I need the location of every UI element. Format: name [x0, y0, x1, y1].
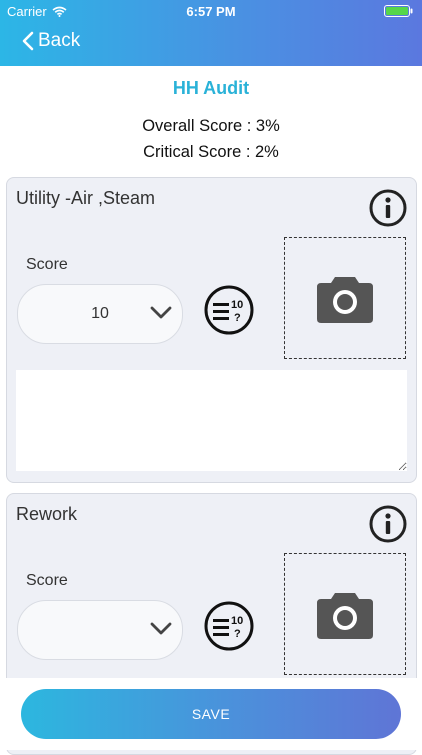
chevron-down-icon: [150, 306, 172, 319]
scale-top-text: 10: [231, 299, 243, 311]
comment-input[interactable]: [16, 370, 407, 471]
scale-top-text: 10: [231, 615, 243, 627]
score-label: Score: [26, 256, 68, 273]
photo-upload-button[interactable]: [284, 553, 406, 675]
score-label: Score: [26, 572, 68, 589]
status-time: 6:57 PM: [186, 4, 236, 19]
info-button[interactable]: [368, 504, 408, 549]
save-button[interactable]: SAVE: [21, 689, 401, 739]
battery-icon: [384, 5, 413, 17]
scale-bottom-text: ?: [234, 628, 241, 640]
page-title: HH Audit: [172, 78, 250, 98]
photo-upload-button[interactable]: [284, 237, 406, 359]
score-dropdown[interactable]: 10: [17, 284, 183, 344]
score-dropdown[interactable]: [17, 600, 183, 660]
info-button[interactable]: [368, 188, 408, 233]
audit-item-title: Rework: [16, 504, 78, 524]
overall-score: Overall Score : 3%: [142, 117, 280, 135]
chevron-down-icon: [150, 622, 172, 635]
audit-item-title: Utility -Air ,Steam: [16, 188, 156, 208]
back-label: Back: [38, 30, 81, 51]
score-scale-icon: 10 ?: [204, 601, 254, 651]
score-scale-button[interactable]: 10 ?: [203, 284, 255, 341]
info-icon: [369, 189, 407, 227]
app-header: Carrier 6:57 PM Back: [0, 0, 422, 66]
chevron-left-icon: [22, 31, 34, 51]
info-icon: [369, 505, 407, 543]
camera-icon: [317, 277, 373, 323]
audit-item-card: Utility -Air ,Steam Score 10 10 ?: [6, 177, 417, 483]
critical-score: Critical Score : 2%: [143, 143, 279, 161]
score-scale-button[interactable]: 10 ?: [203, 600, 255, 657]
status-bar: Carrier 6:57 PM: [0, 0, 422, 22]
camera-icon: [317, 593, 373, 639]
back-button[interactable]: Back: [22, 30, 80, 52]
score-scale-icon: 10 ?: [204, 285, 254, 335]
scale-bottom-text: ?: [234, 312, 241, 324]
